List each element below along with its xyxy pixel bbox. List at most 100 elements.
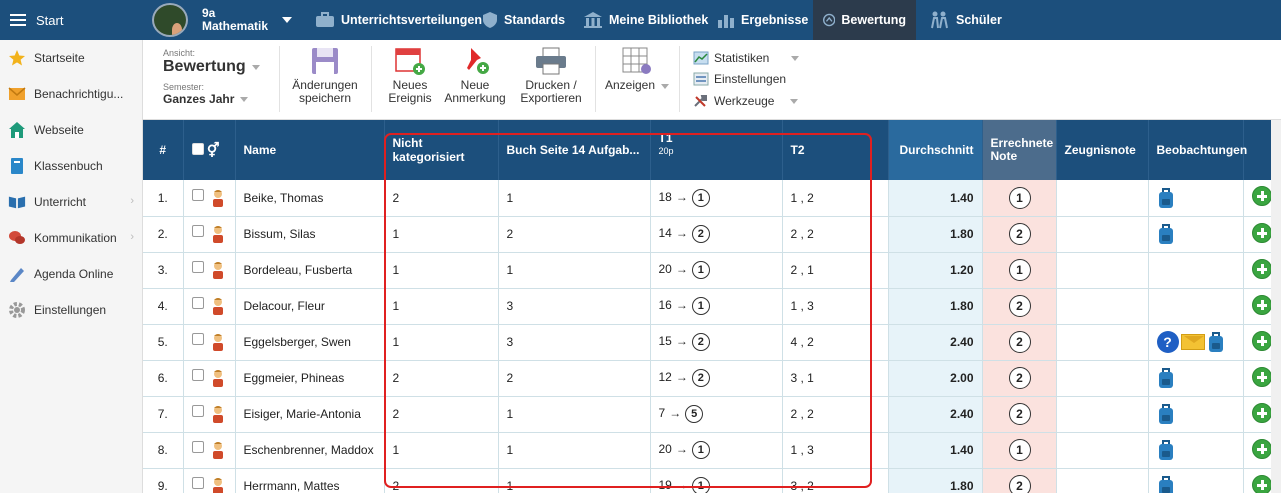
student-name[interactable]: Bordeleau, Fusberta [235, 252, 385, 289]
grade-buch-seite[interactable]: 1 [498, 468, 651, 493]
zeugnisnote-cell[interactable] [1056, 252, 1149, 289]
grade-t1[interactable]: 18 → 1 [650, 180, 783, 217]
header-beobachtungen[interactable]: Beobachtungen [1148, 120, 1247, 180]
nav-standards[interactable]: Standards [472, 0, 575, 40]
sidebar-item-startseite[interactable]: Startseite [0, 40, 142, 76]
row-checkbox[interactable] [191, 225, 204, 238]
statistics-dropdown[interactable]: Statistiken [693, 48, 800, 68]
select-all-checkbox[interactable] [191, 142, 204, 155]
nav-ergebnisse[interactable]: Ergebnisse [707, 0, 818, 40]
grade-t2[interactable]: 1 , 3 [782, 432, 889, 469]
row-checkbox[interactable] [191, 297, 204, 310]
sidebar-item-webseite[interactable]: Webseite [0, 112, 142, 148]
ansicht-dropdown[interactable]: Bewertung [163, 58, 273, 76]
grade-t1[interactable]: 20 → 1 [650, 252, 783, 289]
grade-t2[interactable]: 3 , 2 [782, 468, 889, 493]
add-circle-icon[interactable] [1251, 330, 1272, 351]
student-name[interactable]: Eggelsberger, Swen [235, 324, 385, 361]
header-t1[interactable]: T1 20p [650, 120, 783, 180]
save-changes-button[interactable]: Änderungen speichern [285, 46, 365, 105]
grade-t2[interactable]: 4 , 2 [782, 324, 889, 361]
semester-dropdown[interactable]: Ganzes Jahr [163, 92, 273, 106]
grade-t1[interactable]: 15 → 2 [650, 324, 783, 361]
tools-dropdown[interactable]: Werkzeuge [693, 91, 799, 111]
sidebar-item-benachrichtigungen[interactable]: Benachrichtigu... [0, 76, 142, 112]
sidebar-item-einstellungen[interactable]: Einstellungen [0, 292, 142, 328]
add-circle-icon[interactable] [1251, 258, 1272, 279]
student-name[interactable]: Eisiger, Marie-Antonia [235, 396, 385, 433]
grade-t2[interactable]: 3 , 1 [782, 360, 889, 397]
backpack-icon[interactable] [1157, 367, 1175, 389]
backpack-icon[interactable] [1157, 475, 1175, 493]
question-icon[interactable]: ? [1156, 331, 1179, 353]
student-name[interactable]: Herrmann, Mattes [235, 468, 385, 493]
backpack-icon[interactable] [1157, 403, 1175, 425]
grade-nicht-kategorisiert[interactable]: 2 [384, 360, 499, 397]
start-menu-button[interactable]: Start [0, 0, 143, 40]
header-buch-seite[interactable]: Buch Seite 14 Aufgab... [498, 120, 651, 180]
student-name[interactable]: Eggmeier, Phineas [235, 360, 385, 397]
student-name[interactable]: Bissum, Silas [235, 216, 385, 253]
sidebar-item-agenda-online[interactable]: Agenda Online [0, 256, 142, 292]
backpack-icon[interactable] [1157, 187, 1175, 209]
backpack-icon[interactable] [1207, 331, 1225, 353]
add-circle-icon[interactable] [1251, 294, 1272, 315]
grade-t2[interactable]: 2 , 1 [782, 252, 889, 289]
grade-t1[interactable]: 12 → 2 [650, 360, 783, 397]
student-name[interactable]: Eschenbrenner, Maddox [235, 432, 385, 469]
grade-nicht-kategorisiert[interactable]: 1 [384, 216, 499, 253]
add-circle-icon[interactable] [1251, 222, 1272, 243]
grade-buch-seite[interactable]: 1 [498, 396, 651, 433]
zeugnisnote-cell[interactable] [1056, 432, 1149, 469]
row-checkbox[interactable] [191, 405, 204, 418]
grade-nicht-kategorisiert[interactable]: 1 [384, 324, 499, 361]
grade-buch-seite[interactable]: 1 [498, 180, 651, 217]
grade-t2[interactable]: 1 , 2 [782, 180, 889, 217]
grade-t1[interactable]: 16 → 1 [650, 288, 783, 325]
backpack-icon[interactable] [1157, 223, 1175, 245]
settings-button[interactable]: Einstellungen [693, 69, 786, 89]
nav-schueler[interactable]: Schüler [918, 0, 1012, 40]
add-circle-icon[interactable] [1251, 474, 1272, 493]
zeugnisnote-cell[interactable] [1056, 468, 1149, 493]
view-options-dropdown[interactable]: Anzeigen [601, 46, 673, 92]
row-checkbox[interactable] [191, 261, 204, 274]
grade-nicht-kategorisiert[interactable]: 1 [384, 288, 499, 325]
row-checkbox[interactable] [191, 441, 204, 454]
grade-nicht-kategorisiert[interactable]: 2 [384, 396, 499, 433]
grade-nicht-kategorisiert[interactable]: 1 [384, 252, 499, 289]
vertical-scrollbar[interactable] [1271, 120, 1281, 493]
row-checkbox[interactable] [191, 369, 204, 382]
class-selector[interactable]: 9a Mathematik [152, 3, 293, 37]
grade-t2[interactable]: 1 , 3 [782, 288, 889, 325]
nav-bewertung[interactable]: Bewertung [813, 0, 916, 40]
sidebar-item-kommunikation[interactable]: Kommunikation › [0, 220, 142, 256]
add-circle-icon[interactable] [1251, 366, 1272, 387]
grade-nicht-kategorisiert[interactable]: 1 [384, 432, 499, 469]
zeugnisnote-cell[interactable] [1056, 288, 1149, 325]
student-name[interactable]: Beike, Thomas [235, 180, 385, 217]
zeugnisnote-cell[interactable] [1056, 396, 1149, 433]
header-durchschnitt[interactable]: Durchschnitt [888, 120, 983, 180]
grade-nicht-kategorisiert[interactable]: 2 [384, 180, 499, 217]
nav-unterrichtsverteilungen[interactable]: Unterrichtsverteilungen [305, 0, 492, 40]
zeugnisnote-cell[interactable] [1056, 216, 1149, 253]
add-circle-icon[interactable] [1251, 402, 1272, 423]
grade-t1[interactable]: 19 → 1 [650, 468, 783, 493]
sidebar-item-klassenbuch[interactable]: Klassenbuch [0, 148, 142, 184]
print-export-button[interactable]: Drucken / Exportieren [513, 46, 589, 105]
backpack-icon[interactable] [1157, 439, 1175, 461]
grade-buch-seite[interactable]: 3 [498, 324, 651, 361]
row-checkbox[interactable] [191, 477, 204, 490]
zeugnisnote-cell[interactable] [1056, 360, 1149, 397]
grade-nicht-kategorisiert[interactable]: 2 [384, 468, 499, 493]
nav-meine-bibliothek[interactable]: Meine Bibliothek [573, 0, 718, 40]
grade-buch-seite[interactable]: 2 [498, 360, 651, 397]
header-zeugnisnote[interactable]: Zeugnisnote [1056, 120, 1149, 180]
new-note-button[interactable]: Neue Anmerkung [441, 46, 509, 105]
grade-t1[interactable]: 7 → 5 [650, 396, 783, 433]
grade-buch-seite[interactable]: 3 [498, 288, 651, 325]
header-name[interactable]: Name [235, 120, 385, 180]
add-circle-icon[interactable] [1251, 186, 1272, 207]
header-t2[interactable]: T2 [782, 120, 889, 180]
